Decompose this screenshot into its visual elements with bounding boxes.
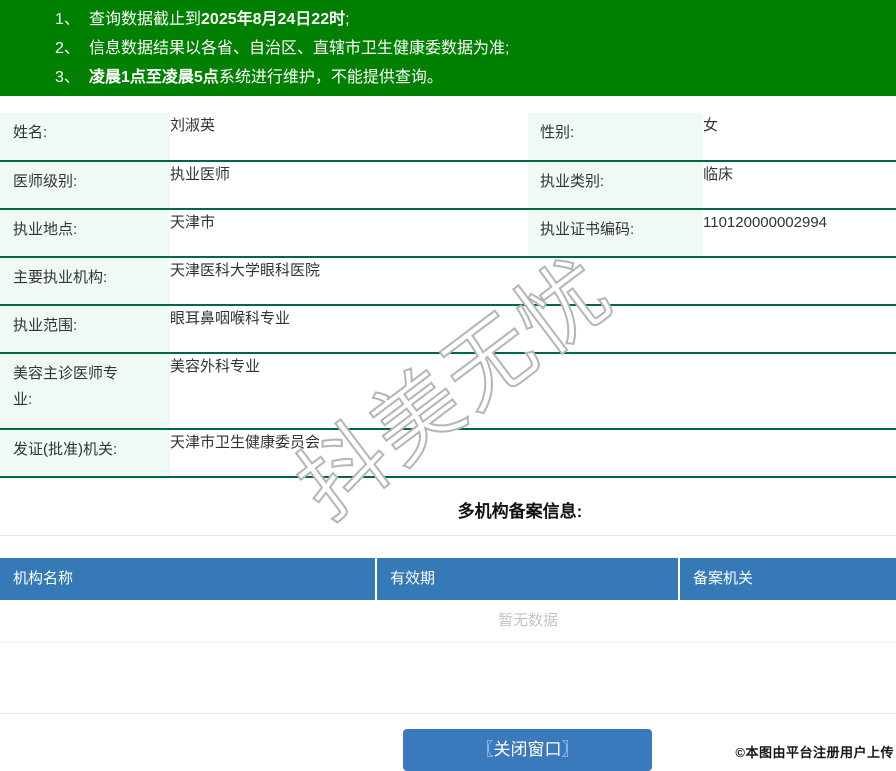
close-window-button[interactable]: 〖关闭窗口〗 [403, 729, 652, 771]
table-row-practice-scope: 执业范围: 眼耳鼻咽喉科专业 [0, 305, 896, 353]
field-value-name: 刘淑英 [170, 117, 216, 134]
registry-table-header: 机构名称 有效期 备案机关 [0, 558, 896, 600]
field-value-practice-category: 临床 [703, 166, 734, 183]
divider [0, 535, 896, 536]
table-row-cosmetic-specialty: 美容主诊医师专业: 美容外科专业 [0, 353, 896, 429]
notice-line-1-number: 1、 [55, 11, 80, 28]
field-label-practice-location: 执业地点: [0, 209, 170, 257]
field-label-issuing-authority: 发证(批准)机关: [0, 429, 170, 477]
notice-line-2-text: 信息数据结果以各省、自治区、直辖市卫生健康委数据为准; [89, 40, 510, 57]
attribution-text: ©本图由平台注册用户上传 [735, 745, 894, 760]
table-row-issuing-authority: 发证(批准)机关: 天津市卫生健康委员会 [0, 429, 896, 477]
field-value-issuing-authority: 天津市卫生健康委员会 [170, 434, 321, 451]
field-label-issuing-authority-text: 发证(批准)机关: [13, 441, 118, 458]
field-label-gender-text: 性别: [540, 124, 575, 141]
field-label-cosmetic-specialty: 美容主诊医师专业: [0, 353, 170, 429]
divider [0, 713, 896, 714]
column-header-validity-period: 有效期 [377, 558, 680, 600]
field-label-practice-scope-text: 执业范围: [13, 317, 78, 334]
field-label-certificate-number: 执业证书编码: [528, 209, 703, 257]
section-title-multi-org-registry: 多机构备案信息: [457, 502, 583, 521]
field-value-gender: 女 [703, 117, 719, 134]
notice-line-3-tail: 系统进行维护，不能提供查询。 [218, 69, 443, 86]
notice-line-1-tail: ; [345, 11, 350, 28]
field-value-practice-scope: 眼耳鼻咽喉科专业 [170, 310, 291, 327]
notice-line-1-bold: 2025年8月24日22时 [201, 11, 346, 28]
column-header-org-name: 机构名称 [0, 558, 377, 600]
field-label-practice-category-text: 执业类别: [540, 173, 605, 190]
notice-banner: 1、 查询数据截止到2025年8月24日22时; 2、 信息数据结果以各省、自治区、… [0, 0, 896, 96]
table-row-level-category: 医师级别: 执业医师 执业类别: 临床 [0, 161, 896, 209]
field-label-doctor-level-text: 医师级别: [13, 173, 78, 190]
field-value-primary-institution: 天津医科大学眼科医院 [170, 262, 321, 279]
notice-line-3-number: 3、 [55, 69, 80, 86]
field-value-certificate-number: 110120000002994 [703, 214, 828, 231]
empty-data-row: 暂无数据 [0, 600, 896, 643]
field-label-certificate-number-text: 执业证书编码: [540, 221, 635, 238]
notice-line-1-text: 查询数据截止到 [89, 11, 202, 28]
field-label-practice-location-text: 执业地点: [13, 221, 78, 238]
notice-line-3-bold: 凌晨1点至凌晨5点 [89, 69, 219, 86]
field-label-cosmetic-specialty-text: 美容主诊医师专业: [13, 365, 119, 408]
empty-data-text: 暂无数据 [497, 612, 558, 629]
notice-line-1: 1、 查询数据截止到2025年8月24日22时; [0, 5, 896, 34]
notice-line-3: 3、 凌晨1点至凌晨5点系统进行维护，不能提供查询。 [0, 63, 896, 92]
field-label-primary-institution-text: 主要执业机构: [13, 269, 108, 286]
field-value-cosmetic-specialty: 美容外科专业 [170, 358, 261, 375]
table-row-primary-institution: 主要执业机构: 天津医科大学眼科医院 [0, 257, 896, 305]
field-label-doctor-level: 医师级别: [0, 161, 170, 209]
column-header-registry-authority: 备案机关 [693, 570, 754, 587]
table-row-location-certificate: 执业地点: 天津市 执业证书编码: 110120000002994 [0, 209, 896, 257]
notice-line-2-number: 2、 [55, 40, 80, 57]
field-label-practice-category: 执业类别: [528, 161, 703, 209]
notice-line-2: 2、 信息数据结果以各省、自治区、直辖市卫生健康委数据为准; [0, 34, 896, 63]
field-label-practice-scope: 执业范围: [0, 305, 170, 353]
practitioner-info-table: 姓名: 刘淑英 性别: 女 医师级别: 执业医师 执业类别: 临床 执业地点: … [0, 113, 896, 478]
field-value-doctor-level: 执业医师 [170, 166, 231, 183]
field-value-practice-location: 天津市 [170, 214, 216, 231]
field-label-primary-institution: 主要执业机构: [0, 257, 170, 305]
field-label-name: 姓名: [0, 113, 170, 161]
table-row-name-gender: 姓名: 刘淑英 性别: 女 [0, 113, 896, 161]
field-label-gender: 性别: [528, 113, 703, 161]
field-label-name-text: 姓名: [13, 124, 48, 141]
